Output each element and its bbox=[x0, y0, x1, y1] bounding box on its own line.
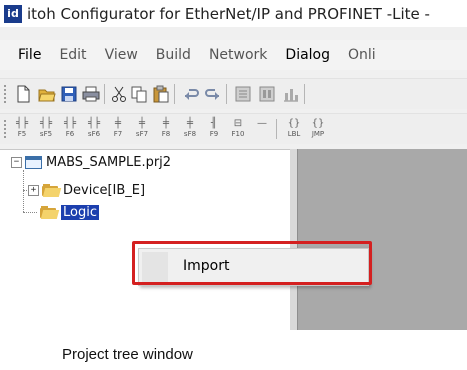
f5-button[interactable]: ╡╞ F5 bbox=[12, 118, 32, 140]
tree-connector bbox=[23, 212, 37, 213]
redo-icon[interactable] bbox=[204, 85, 222, 103]
ladder-toolbar: ╡╞ F5 ╡╞ sF5 ╡╞ F6 ╡╞ sF6 ╪ F7 ╪ sF7 ╪ F8 ╪ sF8 … bbox=[0, 113, 467, 144]
highlight-callout bbox=[132, 241, 372, 285]
toolbar-separator bbox=[174, 84, 175, 104]
chart-icon[interactable] bbox=[282, 85, 300, 103]
horizontal-line-button[interactable]: — bbox=[252, 118, 272, 140]
standard-toolbar bbox=[0, 78, 467, 109]
tree-item-device[interactable]: + Device[IB_E] bbox=[28, 180, 145, 200]
sf5-button[interactable]: ╡╞ sF5 bbox=[36, 118, 56, 140]
open-folder-icon[interactable] bbox=[38, 85, 56, 103]
undo-icon[interactable] bbox=[182, 85, 200, 103]
project-tree: − MABS_SAMPLE.prj2 + Device[IB_E] Logic bbox=[0, 149, 290, 330]
menu-network[interactable]: Network bbox=[209, 47, 267, 63]
sf8-button[interactable]: ╪ sF8 bbox=[180, 118, 200, 140]
workspace-pane bbox=[297, 149, 467, 330]
f6-button[interactable]: ╡╞ F6 bbox=[60, 118, 80, 140]
copy-icon[interactable] bbox=[130, 85, 148, 103]
menu-online[interactable]: Onli bbox=[348, 47, 376, 63]
project-label: MABS_SAMPLE.prj2 bbox=[46, 154, 172, 170]
main-area: − MABS_SAMPLE.prj2 + Device[IB_E] Logic bbox=[0, 149, 467, 330]
build-all-icon[interactable] bbox=[258, 85, 276, 103]
f10-button[interactable]: ⊟ F10 bbox=[228, 118, 248, 140]
build-icon[interactable] bbox=[234, 85, 252, 103]
menu-build[interactable]: Build bbox=[156, 47, 191, 63]
tree-item-logic[interactable]: Logic bbox=[40, 202, 99, 222]
toolbar-grip[interactable] bbox=[4, 120, 8, 138]
menu-view[interactable]: View bbox=[105, 47, 138, 63]
f9-button[interactable]: ╢ F9 bbox=[204, 118, 224, 140]
sf7-button[interactable]: ╪ sF7 bbox=[132, 118, 152, 140]
app-icon: id bbox=[4, 4, 22, 23]
toolbar-separator bbox=[104, 84, 105, 104]
title-bar: id itoh Configurator for EtherNet/IP and… bbox=[0, 0, 467, 27]
tree-connector bbox=[23, 170, 24, 212]
label-button[interactable]: {} LBL bbox=[284, 118, 304, 140]
pane-splitter[interactable] bbox=[290, 149, 297, 330]
jump-button[interactable]: {} JMP bbox=[308, 118, 328, 140]
menu-file[interactable]: File bbox=[18, 47, 41, 63]
expand-toggle[interactable]: + bbox=[28, 184, 39, 196]
configurator-window: id itoh Configurator for EtherNet/IP and… bbox=[0, 0, 467, 330]
sf6-button[interactable]: ╡╞ sF6 bbox=[84, 118, 104, 140]
print-icon[interactable] bbox=[82, 85, 100, 103]
menu-edit[interactable]: Edit bbox=[59, 47, 86, 63]
toolbar-separator bbox=[304, 84, 305, 104]
figure-caption: Project tree window bbox=[62, 346, 193, 363]
window-title: itoh Configurator for EtherNet/IP and PR… bbox=[27, 4, 430, 23]
collapse-toggle[interactable]: − bbox=[11, 156, 22, 168]
menu-bar: File Edit View Build Network Dialog Onli bbox=[0, 40, 467, 70]
folder-icon bbox=[40, 205, 60, 219]
paste-icon[interactable] bbox=[152, 85, 170, 103]
cut-icon[interactable] bbox=[110, 85, 128, 103]
save-icon[interactable] bbox=[60, 85, 78, 103]
toolbar-separator bbox=[226, 84, 227, 104]
tree-item-project[interactable]: − MABS_SAMPLE.prj2 bbox=[11, 152, 171, 172]
project-icon bbox=[25, 155, 42, 169]
new-document-icon[interactable] bbox=[14, 85, 32, 103]
logic-label: Logic bbox=[61, 204, 99, 220]
f8-button[interactable]: ╪ F8 bbox=[156, 118, 176, 140]
f7-button[interactable]: ╪ F7 bbox=[108, 118, 128, 140]
toolbar-separator bbox=[276, 119, 277, 139]
device-label: Device[IB_E] bbox=[63, 182, 146, 198]
menu-dialog[interactable]: Dialog bbox=[285, 47, 330, 63]
folder-icon bbox=[42, 183, 62, 197]
toolbar-grip[interactable] bbox=[4, 85, 8, 103]
